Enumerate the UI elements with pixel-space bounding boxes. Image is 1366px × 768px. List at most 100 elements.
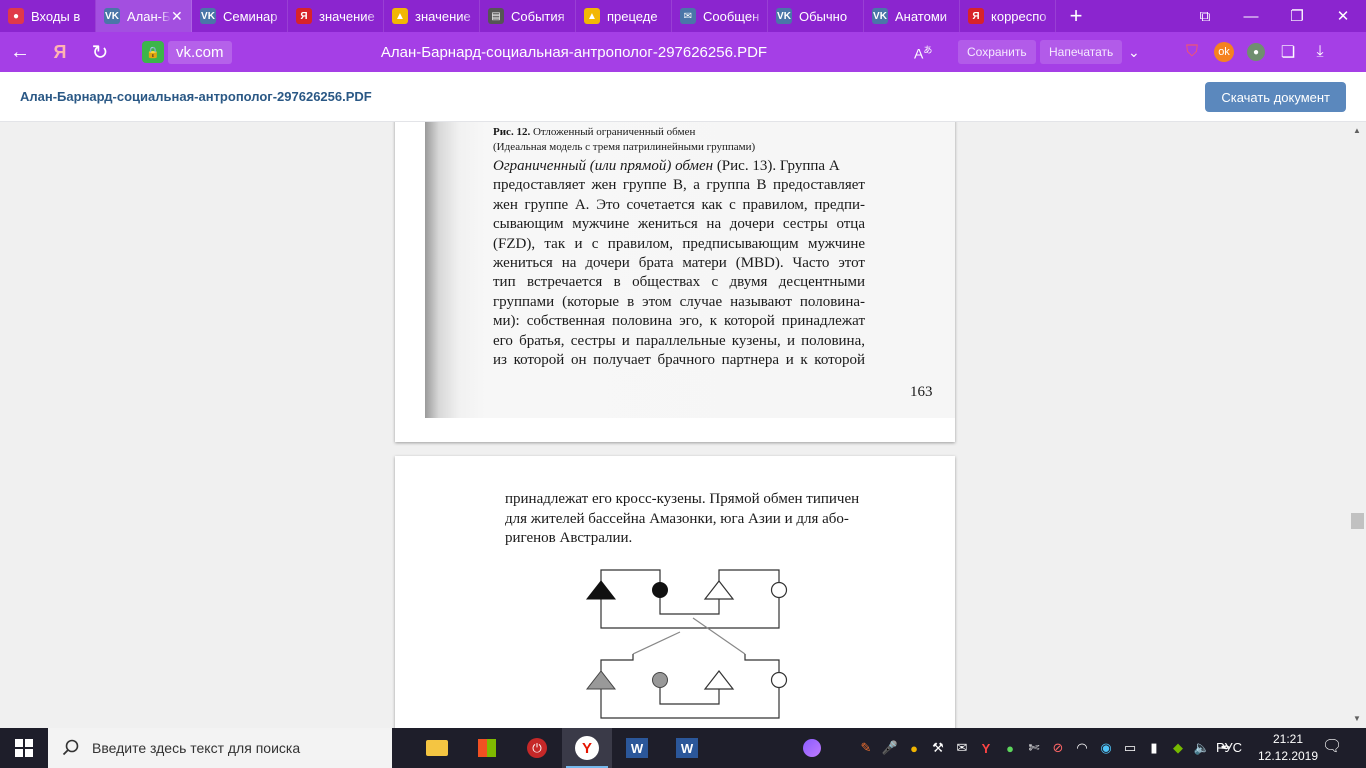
tab-favicon-icon: VK <box>776 8 792 24</box>
microphone-icon[interactable]: 🎤 <box>878 728 902 768</box>
document-filename[interactable]: Алан-Барнард-социальная-антрополог-29762… <box>20 89 372 104</box>
chevron-up-icon[interactable] <box>824 728 854 768</box>
shield-icon[interactable]: ⛉ <box>1176 43 1208 61</box>
browser-tab[interactable]: Язначение <box>288 0 384 32</box>
mail-icon[interactable]: ✉ <box>950 728 974 768</box>
browser-tab[interactable]: Якорреспо <box>960 0 1056 32</box>
tab-title: Входы в <box>31 8 81 24</box>
text-line: группами (которые в этом случае называют… <box>493 293 865 310</box>
browser-tab[interactable]: ✉ Сообщен <box>672 0 768 32</box>
tab-favicon-icon: Я <box>968 8 984 24</box>
omnibox-page-title[interactable]: Алан-Барнард-социальная-антрополог-29762… <box>344 44 804 61</box>
browser-tab[interactable]: ▤ События <box>480 0 576 32</box>
tools-icon[interactable]: ⚒ <box>926 728 950 768</box>
file-explorer-icon[interactable] <box>412 728 462 768</box>
system-tray: ✎ 🎤 ● ⚒ ✉ Y ● ✄ ⊘ ◠ ◉ ▭ ▮ ◆ 🔈 ✒ <box>800 728 1238 768</box>
new-tab-button[interactable]: + <box>1056 0 1096 32</box>
lock-icon[interactable]: 🔒 <box>142 41 164 63</box>
store-icon[interactable] <box>462 728 512 768</box>
scroll-up-arrow-icon[interactable]: ▲ <box>1353 126 1361 135</box>
tab-title: значение <box>415 8 471 24</box>
diagram-line <box>632 631 681 655</box>
tab-favicon-icon: ▲ <box>392 8 408 24</box>
paint-icon[interactable]: ✎ <box>854 728 878 768</box>
text-line: предоставляет жен группе В, а группа В п… <box>493 177 865 194</box>
torrent-icon[interactable]: ● <box>998 728 1022 768</box>
power-app-icon[interactable]: ⏻ <box>512 728 562 768</box>
display-icon[interactable]: ▭ <box>1118 728 1142 768</box>
scrollbar-thumb[interactable] <box>1351 513 1364 529</box>
browser-tab[interactable]: VK Обычно <box>768 0 864 32</box>
odnoklassniki-icon[interactable]: ok <box>1208 42 1240 62</box>
coin-icon[interactable]: ● <box>902 728 926 768</box>
omnibox[interactable]: 🔒 vk.com Алан-Барнард-социальная-антропо… <box>138 38 1148 66</box>
yandex-tray-icon[interactable]: Y <box>974 728 998 768</box>
windows-start-button[interactable] <box>0 728 48 768</box>
network-error-icon[interactable]: ⊘ <box>1046 728 1070 768</box>
clock-time: 21:21 <box>1272 732 1304 746</box>
close-window-button[interactable]: ✕ <box>1320 0 1366 32</box>
window-controls: ⧉ — ❐ ✕ <box>1182 0 1366 32</box>
browser-tab[interactable]: ▲ значение <box>384 0 480 32</box>
female-circle-filled <box>652 582 668 598</box>
back-button[interactable]: ← <box>0 32 40 72</box>
nvidia-icon[interactable]: ◆ <box>1166 728 1190 768</box>
text-line: сывающим мужчине жениться на дочери сест… <box>493 216 865 233</box>
alice-icon[interactable] <box>800 728 824 768</box>
domain-label[interactable]: vk.com <box>168 40 232 64</box>
browser-tab[interactable]: VK Алан-Б ✕ <box>96 0 192 32</box>
extension-mic-icon[interactable]: ● <box>1240 43 1272 61</box>
clock-date: 12.12.2019 <box>1257 749 1319 763</box>
browser-tab[interactable]: VK Семинар <box>192 0 288 32</box>
word-icon-second[interactable]: W <box>662 728 712 768</box>
print-button[interactable]: Напечатать <box>1040 40 1123 64</box>
taskbar-search-box[interactable]: Введите здесь текст для поиска <box>48 728 392 768</box>
antivirus-icon[interactable]: ◉ <box>1094 728 1118 768</box>
settings-icon[interactable]: ✄ <box>1022 728 1046 768</box>
sound-icon[interactable]: 🔈 <box>1190 728 1214 768</box>
diagram-line <box>600 654 634 680</box>
restore-button[interactable]: ❐ <box>1274 0 1320 32</box>
volume-icon[interactable]: ▮ <box>1142 728 1166 768</box>
text-line: тип встречается в обществах с двумя десц… <box>493 274 865 291</box>
word-icon[interactable]: W <box>612 728 662 768</box>
browser-tab[interactable]: VK Анатоми <box>864 0 960 32</box>
bookmarks-icon[interactable]: ❏ <box>1272 42 1304 62</box>
tab-title: Семинар <box>223 8 278 24</box>
tab-title: Сообщен <box>703 8 760 24</box>
notifications-icon[interactable]: 🗨 <box>1322 736 1342 756</box>
male-triangle-filled <box>585 580 617 600</box>
male-triangle-empty <box>703 670 735 690</box>
browser-tab[interactable]: ● Входы в <box>0 0 96 32</box>
minimize-button[interactable]: — <box>1228 0 1274 32</box>
text-line: жен группе А. Это сочетается как с прави… <box>493 196 865 213</box>
male-triangle-grey <box>585 670 617 690</box>
diagram-line <box>600 680 780 719</box>
female-circle-grey <box>652 672 668 688</box>
diagram-line <box>692 617 746 655</box>
downloads-icon[interactable]: ⤓ <box>1304 43 1336 61</box>
download-document-button[interactable]: Скачать документ <box>1205 82 1346 112</box>
reload-button[interactable]: ↻ <box>80 32 120 72</box>
female-circle-empty <box>770 581 788 599</box>
tab-favicon-icon: ✉ <box>680 8 696 24</box>
browser-tab[interactable]: ▲ прецеде <box>576 0 672 32</box>
tab-favicon-icon: VK <box>104 8 120 24</box>
keyboard-language[interactable]: РУС <box>1216 740 1242 755</box>
system-clock[interactable]: 21:21 12.12.2019 <box>1256 731 1320 765</box>
pdf-viewer[interactable]: Рис. 12. Отложенный ограниченный обмен (… <box>0 122 1366 728</box>
chevron-down-icon[interactable]: ⌄ <box>1128 44 1140 61</box>
scroll-down-arrow-icon[interactable]: ▼ <box>1353 714 1361 723</box>
text-line-rest: (Рис. 13). Группа А <box>713 158 840 174</box>
vertical-scrollbar[interactable]: ▲ ▼ <box>1349 122 1366 728</box>
tab-list: ● Входы в VK Алан-Б ✕ VK Семинар Язначение ▲ знач… <box>0 0 1056 32</box>
figure-subcaption: (Идеальная модель с тремя патрилинейными… <box>493 141 756 153</box>
tab-favicon-icon: VK <box>872 8 888 24</box>
yandex-logo-icon[interactable]: Я <box>40 32 80 72</box>
tab-close-icon[interactable]: ✕ <box>171 8 185 25</box>
tab-manager-icon[interactable]: ⧉ <box>1182 0 1228 32</box>
translate-icon[interactable]: Aあ <box>914 43 932 62</box>
wifi-icon[interactable]: ◠ <box>1070 728 1094 768</box>
save-button[interactable]: Сохранить <box>958 40 1036 64</box>
yandex-browser-icon[interactable]: Y <box>562 728 612 768</box>
